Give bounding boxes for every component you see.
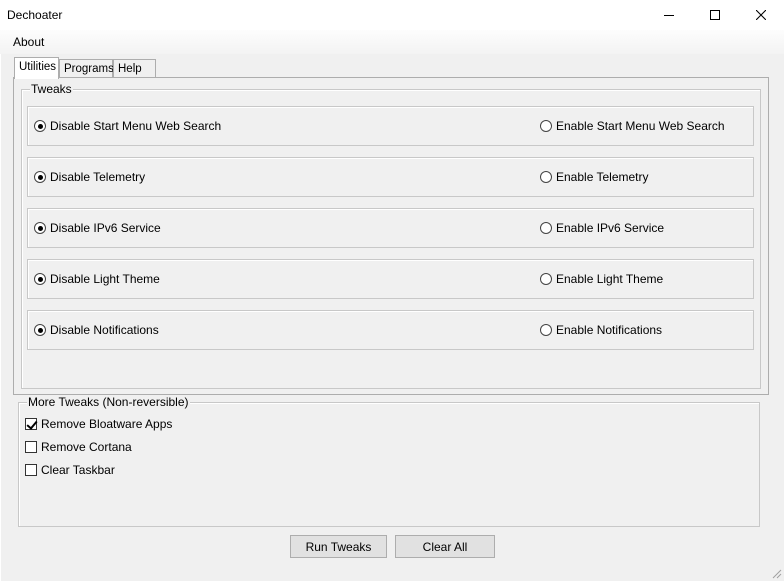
title-bar: Dechoater	[0, 0, 784, 30]
more-tweaks-legend: More Tweaks (Non-reversible)	[27, 395, 190, 409]
minimize-button[interactable]	[646, 0, 692, 30]
menu-bar: About	[0, 30, 784, 54]
checkbox-label: Remove Bloatware Apps	[41, 417, 173, 431]
radio-selected-icon	[34, 120, 46, 132]
minimize-icon	[664, 15, 674, 16]
maximize-icon	[710, 10, 720, 20]
checkbox-unchecked-icon	[25, 464, 37, 476]
radio-disable-ipv6[interactable]: Disable IPv6 Service	[34, 221, 161, 235]
close-icon	[756, 10, 766, 20]
clear-all-button[interactable]: Clear All	[395, 535, 495, 558]
tweak-row: Disable Light Theme Enable Light Theme	[27, 259, 754, 299]
radio-label: Disable Light Theme	[50, 272, 160, 286]
radio-enable-telemetry[interactable]: Enable Telemetry	[540, 170, 649, 184]
radio-label: Disable IPv6 Service	[50, 221, 161, 235]
resize-grip-icon[interactable]	[770, 567, 782, 579]
radio-unselected-icon	[540, 171, 552, 183]
radio-selected-icon	[34, 171, 46, 183]
checkbox-label: Clear Taskbar	[41, 463, 115, 477]
radio-enable-web-search[interactable]: Enable Start Menu Web Search	[540, 119, 725, 133]
radio-unselected-icon	[540, 273, 552, 285]
run-tweaks-button[interactable]: Run Tweaks	[290, 535, 387, 558]
radio-label: Enable IPv6 Service	[556, 221, 665, 235]
radio-enable-ipv6[interactable]: Enable IPv6 Service	[540, 221, 664, 235]
radio-disable-web-search[interactable]: Disable Start Menu Web Search	[34, 119, 221, 133]
radio-selected-icon	[34, 222, 46, 234]
radio-label: Enable Light Theme	[556, 272, 664, 286]
radio-selected-icon	[34, 324, 46, 336]
radio-label: Disable Telemetry	[50, 170, 146, 184]
checkbox-unchecked-icon	[25, 441, 37, 453]
tweak-row: Disable Start Menu Web Search Enable Sta…	[27, 106, 754, 146]
radio-disable-light-theme[interactable]: Disable Light Theme	[34, 272, 160, 286]
tab-utilities[interactable]: Utilities	[14, 57, 59, 79]
radio-label: Enable Telemetry	[556, 170, 649, 184]
window-title: Dechoater	[7, 8, 63, 22]
tab-programs[interactable]: Programs	[59, 59, 114, 79]
radio-label: Disable Notifications	[50, 323, 159, 337]
radio-disable-notifications[interactable]: Disable Notifications	[34, 323, 159, 337]
radio-enable-light-theme[interactable]: Enable Light Theme	[540, 272, 663, 286]
tweak-row: Disable IPv6 Service Enable IPv6 Service	[27, 208, 754, 248]
radio-label: Disable Start Menu Web Search	[50, 119, 222, 133]
radio-label: Enable Notifications	[556, 323, 663, 337]
radio-label: Enable Start Menu Web Search	[556, 119, 725, 133]
radio-selected-icon	[34, 273, 46, 285]
radio-disable-telemetry[interactable]: Disable Telemetry	[34, 170, 145, 184]
checkbox-label: Remove Cortana	[41, 440, 132, 454]
checkbox-clear-taskbar[interactable]: Clear Taskbar	[25, 463, 115, 477]
checkbox-checked-icon	[25, 418, 37, 430]
tweaks-legend: Tweaks	[30, 82, 73, 96]
checkbox-remove-cortana[interactable]: Remove Cortana	[25, 440, 132, 454]
radio-unselected-icon	[540, 120, 552, 132]
maximize-button[interactable]	[692, 0, 738, 30]
radio-unselected-icon	[540, 222, 552, 234]
tweak-row: Disable Notifications Enable Notificatio…	[27, 310, 754, 350]
checkbox-remove-bloatware[interactable]: Remove Bloatware Apps	[25, 417, 172, 431]
radio-unselected-icon	[540, 324, 552, 336]
tweak-row: Disable Telemetry Enable Telemetry	[27, 157, 754, 197]
radio-enable-notifications[interactable]: Enable Notifications	[540, 323, 662, 337]
tab-help[interactable]: Help	[113, 59, 156, 79]
close-button[interactable]	[738, 0, 784, 30]
menu-about[interactable]: About	[13, 35, 44, 49]
